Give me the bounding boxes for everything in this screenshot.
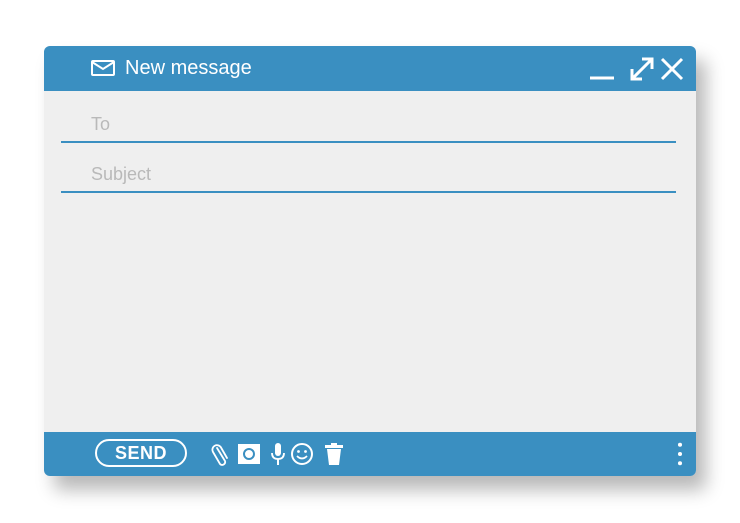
close-icon[interactable]	[659, 56, 685, 82]
title-bar: New message	[44, 46, 696, 91]
envelope-icon	[91, 60, 115, 76]
send-button[interactable]: SEND	[95, 439, 187, 467]
photo-icon[interactable]	[237, 442, 261, 466]
trash-icon[interactable]	[322, 442, 346, 466]
window-title: New message	[125, 57, 252, 79]
compose-toolbar: SEND	[44, 432, 696, 476]
subject-field	[61, 151, 676, 193]
subject-input[interactable]	[91, 164, 661, 185]
maximize-icon[interactable]	[629, 56, 655, 82]
microphone-icon[interactable]	[266, 442, 290, 466]
more-vertical-icon[interactable]	[673, 442, 687, 466]
to-input[interactable]	[91, 114, 661, 135]
emoji-icon[interactable]	[290, 442, 314, 466]
minimize-icon[interactable]	[589, 56, 615, 82]
to-field	[61, 101, 676, 143]
compose-window: New message SEND	[44, 46, 696, 476]
message-body[interactable]	[61, 196, 680, 430]
paperclip-icon[interactable]	[209, 442, 233, 466]
